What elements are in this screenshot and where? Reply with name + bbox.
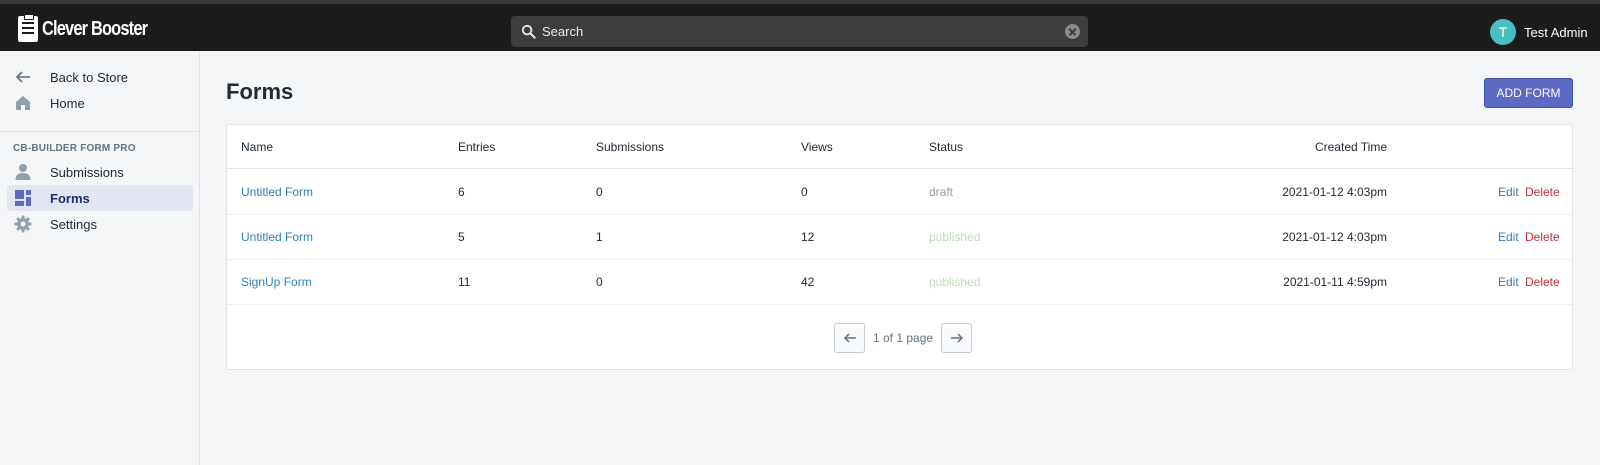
views-count: 0 — [801, 184, 808, 199]
edit-link[interactable]: Edit — [1498, 169, 1519, 214]
arrow-left-icon — [843, 333, 856, 343]
sidebar-item-home[interactable]: Home — [7, 90, 193, 116]
pagination-text: 1 of 1 page — [873, 331, 934, 345]
sidebar-item-label: Settings — [50, 216, 97, 232]
submissions-count: 1 — [596, 229, 603, 244]
logo[interactable]: Clever Booster — [18, 14, 170, 44]
sidebar-divider — [0, 131, 200, 132]
status-badge: draft — [929, 184, 954, 199]
arrow-left-icon — [15, 71, 30, 83]
column-header-created-time: Created Time — [1314, 139, 1387, 154]
sidebar-item-label: Forms — [50, 190, 90, 206]
delete-link[interactable]: Delete — [1525, 169, 1560, 214]
search-input[interactable] — [540, 16, 1040, 47]
sidebar-section-title: CB-BUILDER FORM PRO — [13, 143, 136, 154]
views-count: 12 — [801, 229, 815, 244]
entries-count: 11 — [458, 274, 471, 289]
dashboard-icon — [15, 190, 31, 206]
delete-link[interactable]: Delete — [1525, 259, 1560, 304]
form-name-link[interactable]: Untitled Form — [241, 169, 313, 214]
sidebar-item-forms[interactable]: Forms — [7, 185, 193, 211]
page-title: Forms — [226, 79, 294, 104]
form-name-link[interactable]: SignUp Form — [241, 259, 312, 304]
table-row: Untitled Form 5 1 12 published 2021-01-1… — [227, 214, 1574, 260]
created-time: 2021-01-12 4:03pm — [1282, 184, 1387, 199]
gear-icon — [14, 215, 32, 233]
user-menu[interactable]: T Test Admin — [1490, 19, 1588, 45]
sidebar-item-label: Back to Store — [50, 69, 129, 85]
avatar: T — [1490, 19, 1516, 45]
add-form-button[interactable]: ADD FORM — [1484, 78, 1573, 108]
forms-table-card: Name Entries Submissions Views Status Cr… — [226, 124, 1574, 370]
views-count: 42 — [801, 274, 815, 289]
search-icon — [521, 24, 536, 39]
table-row: SignUp Form 11 0 42 published 2021-01-11… — [227, 259, 1574, 305]
user-name: Test Admin — [1524, 24, 1588, 40]
arrow-right-icon — [950, 333, 963, 343]
sidebar-item-settings[interactable]: Settings — [7, 211, 193, 237]
table-header: Name Entries Submissions Views Status Cr… — [227, 125, 1574, 169]
edit-link[interactable]: Edit — [1498, 259, 1519, 304]
form-name-link[interactable]: Untitled Form — [241, 214, 313, 259]
submissions-count: 0 — [596, 184, 603, 199]
search-bar — [511, 16, 1088, 47]
person-icon — [15, 164, 31, 180]
submissions-count: 0 — [596, 274, 603, 289]
sidebar-item-label: Submissions — [50, 164, 124, 180]
clear-search-icon[interactable] — [1065, 24, 1080, 39]
sidebar-item-submissions[interactable]: Submissions — [7, 159, 193, 185]
logo-text: Clever Booster — [42, 17, 148, 40]
column-header-submissions: Submissions — [596, 139, 665, 154]
created-time: 2021-01-12 4:03pm — [1282, 229, 1387, 244]
sidebar-item-label: Home — [50, 95, 85, 111]
next-page-button[interactable] — [941, 323, 973, 353]
pagination: 1 of 1 page — [834, 323, 973, 353]
top-bar: Clever Booster T Test Admin — [0, 0, 1600, 51]
delete-link[interactable]: Delete — [1525, 214, 1560, 259]
column-header-status: Status — [929, 139, 964, 154]
status-badge: published — [929, 229, 981, 244]
column-header-views: Views — [801, 139, 833, 154]
status-badge: published — [929, 274, 981, 289]
sidebar-item-back-to-store[interactable]: Back to Store — [7, 64, 193, 90]
previous-page-button[interactable] — [834, 323, 865, 353]
column-header-name: Name — [241, 139, 274, 154]
column-header-entries: Entries — [458, 139, 496, 154]
created-time: 2021-01-11 4:59pm — [1283, 274, 1387, 289]
entries-count: 5 — [458, 229, 465, 244]
table-row: Untitled Form 6 0 0 draft 2021-01-12 4:0… — [227, 169, 1574, 215]
sidebar: Back to Store Home CB-BUILDER FORM PRO S… — [0, 51, 200, 465]
home-icon — [16, 96, 30, 110]
edit-link[interactable]: Edit — [1498, 214, 1519, 259]
clipboard-icon — [18, 14, 38, 42]
entries-count: 6 — [458, 184, 465, 199]
